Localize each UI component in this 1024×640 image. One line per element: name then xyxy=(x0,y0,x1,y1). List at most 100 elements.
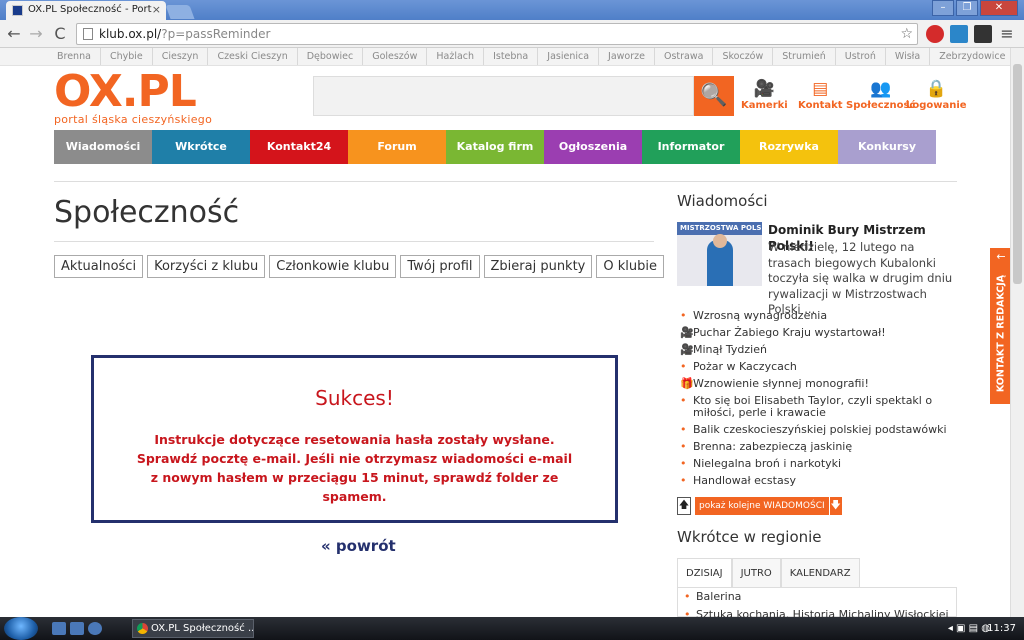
extension-camera-icon[interactable] xyxy=(974,25,992,43)
city-link[interactable]: Skoczów xyxy=(713,48,774,65)
tab-dzisiaj[interactable]: DZISIAJ xyxy=(677,558,732,588)
news-list-item[interactable]: • Balik czeskocieszyńskiej polskiej podst… xyxy=(677,424,957,436)
subtab-1[interactable]: Korzyści z klubu xyxy=(147,255,266,278)
extension-s-icon[interactable] xyxy=(950,25,968,43)
upcoming-title: Wkrótce w regionie xyxy=(677,528,822,546)
tab-jutro[interactable]: JUTRO xyxy=(731,558,781,588)
nav-item-2[interactable]: Kontakt24 xyxy=(250,130,348,164)
bookmark-star-icon[interactable]: ☆ xyxy=(900,24,913,44)
city-link[interactable]: Cieszyn xyxy=(153,48,209,65)
chrome-menu-icon[interactable]: ≡ xyxy=(998,25,1016,43)
nav-item-7[interactable]: Rozrywka xyxy=(740,130,838,164)
city-link[interactable]: Wisła xyxy=(886,48,931,65)
city-link[interactable]: Chybie xyxy=(101,48,153,65)
header-link-label: Kamerki xyxy=(741,100,788,111)
site-favicon-icon xyxy=(12,5,23,16)
news-item-title: Balik czeskocieszyńskiej polskiej podsta… xyxy=(693,423,947,436)
bullet-icon: • xyxy=(680,440,687,453)
news-list-item[interactable]: 🎥 Minął Tydzień xyxy=(677,344,957,356)
city-link[interactable]: Czeski Cieszyn xyxy=(208,48,298,65)
address-bar[interactable]: klub.ox.pl/?p=passReminder ☆ xyxy=(76,23,918,45)
city-link[interactable]: Brenna xyxy=(48,48,101,65)
news-item-title: Pożar w Kaczycach xyxy=(693,360,797,373)
minimize-button[interactable]: – xyxy=(932,0,954,16)
city-link[interactable]: Jaworze xyxy=(599,48,655,65)
city-link[interactable]: Istebna xyxy=(484,48,539,65)
city-link[interactable]: Goleszów xyxy=(363,48,428,65)
nav-item-0[interactable]: Wiadomości xyxy=(54,130,152,164)
news-list: • Wzrosną wynagrodzenia 🎥 Puchar Żabiego Kr… xyxy=(677,310,957,492)
news-item-title: Brenna: zabezpieczą jaskinię xyxy=(693,440,853,453)
subtab-4[interactable]: Zbieraj punkty xyxy=(483,255,593,278)
camera-icon: 🎥 xyxy=(680,343,694,356)
city-link[interactable]: Ustroń xyxy=(836,48,886,65)
site-logo[interactable]: OX.PL portal śląska cieszyńskiego xyxy=(54,70,212,127)
subtab-0[interactable]: Aktualności xyxy=(54,255,144,278)
news-item-title: Puchar Żabiego Kraju wystartował! xyxy=(693,326,886,339)
arrow-down-icon[interactable]: 🡇 xyxy=(829,497,842,515)
city-link[interactable]: Zebrzydowice xyxy=(930,48,1014,65)
nav-item-1[interactable]: Wkrótce xyxy=(152,130,250,164)
city-link[interactable]: Jasienica xyxy=(538,48,600,65)
news-list-item[interactable]: • Pożar w Kaczycach xyxy=(677,361,957,373)
cities-bar: Brenna Chybie Cieszyn Czeski Cieszyn Dębowie… xyxy=(0,48,1010,66)
subtab-2[interactable]: Członkowie klubu xyxy=(269,255,397,278)
tab-kalendarz[interactable]: KALENDARZ xyxy=(780,558,860,588)
maximize-button[interactable]: ❐ xyxy=(956,0,978,16)
nav-item-6[interactable]: Informator xyxy=(642,130,740,164)
news-list-item[interactable]: 🎁 Wznowienie słynnej monografii! xyxy=(677,378,957,390)
success-message-box: Sukces! Instrukcje dotyczące resetowania… xyxy=(91,355,618,523)
browser-tab[interactable]: OX.PL Społeczność - Port × xyxy=(6,1,166,20)
news-list-item[interactable]: • Brenna: zabezpieczą jaskinię xyxy=(677,441,957,453)
contact-editorial-tab[interactable]: ← KONTAKT Z REDAKCJĄ xyxy=(990,248,1012,404)
header-link-label: Kontakt xyxy=(798,100,843,111)
close-window-button[interactable]: ✕ xyxy=(980,0,1018,16)
city-link[interactable]: Strumień xyxy=(773,48,836,65)
reload-button[interactable]: C xyxy=(50,24,70,44)
taskbar-chrome-window[interactable]: OX.PL Społeczność ... xyxy=(132,619,254,638)
ie-icon[interactable] xyxy=(88,622,102,635)
window-switch-icon[interactable] xyxy=(70,622,84,635)
nav-item-4[interactable]: Katalog firm xyxy=(446,130,544,164)
user-icon[interactable] xyxy=(908,0,930,16)
back-link[interactable]: « powrót xyxy=(321,537,396,555)
header-link-logowanie[interactable]: 🔒 Logowanie xyxy=(906,78,967,111)
more-news-button[interactable]: pokaż kolejne WIADOMOŚCI xyxy=(695,497,829,515)
news-list-item[interactable]: • Nielegalna broń i narkotyki xyxy=(677,458,957,470)
back-button[interactable]: ← xyxy=(4,24,24,44)
new-tab-button[interactable] xyxy=(165,5,195,19)
header-link-kontakt[interactable]: ▤ Kontakt xyxy=(798,78,843,111)
start-button-icon[interactable] xyxy=(4,617,38,640)
nav-item-3[interactable]: Forum xyxy=(348,130,446,164)
header-link-społeczność[interactable]: 👥 Społeczność xyxy=(846,78,915,111)
divider xyxy=(54,241,654,242)
scrollbar-thumb[interactable] xyxy=(1013,64,1022,284)
page-scrollbar[interactable] xyxy=(1010,48,1024,617)
search-icon[interactable]: 🔍 xyxy=(694,76,734,116)
subtab-3[interactable]: Twój profil xyxy=(400,255,480,278)
tab-close-icon[interactable]: × xyxy=(152,1,161,19)
opera-extension-icon[interactable] xyxy=(926,25,944,43)
scroll-up-icon[interactable]: 🡅 xyxy=(677,497,691,515)
system-tray[interactable]: ◂ ▣ ▤ ◍ xyxy=(948,617,990,640)
news-list-item[interactable]: 🎥 Puchar Żabiego Kraju wystartował! xyxy=(677,327,957,339)
news-list-item[interactable]: • Handlował ecstasy xyxy=(677,475,957,487)
nav-item-8[interactable]: Konkursy xyxy=(838,130,936,164)
news-list-item[interactable]: • Wzrosną wynagrodzenia xyxy=(677,310,957,322)
city-link[interactable]: Hażlach xyxy=(427,48,485,65)
success-text: Instrukcje dotyczące resetowania hasła z… xyxy=(136,432,573,504)
upcoming-panel: • Balerina • Sztuka kochania. Historia Mich… xyxy=(677,587,957,621)
city-link[interactable]: Ostrawa xyxy=(655,48,714,65)
forward-button[interactable]: → xyxy=(26,24,46,44)
nav-item-5[interactable]: Ogłoszenia xyxy=(544,130,642,164)
news-item-title: Kto się boi Elisabeth Taylor, czyli spek… xyxy=(693,394,933,419)
news-list-item[interactable]: • Kto się boi Elisabeth Taylor, czyli spe… xyxy=(677,395,957,419)
featured-news-image[interactable]: MISTRZOSTWA POLSKI xyxy=(677,222,762,286)
subtab-5[interactable]: O klubie xyxy=(596,255,664,278)
city-link[interactable]: Dębowiec xyxy=(298,48,364,65)
show-desktop-icon[interactable] xyxy=(52,622,66,635)
event-list-item[interactable]: • Balerina xyxy=(678,588,956,606)
header-link-kamerki[interactable]: 🎥 Kamerki xyxy=(741,78,788,111)
search-input[interactable] xyxy=(313,76,694,116)
more-news-row: 🡅 pokaż kolejne WIADOMOŚCI 🡇 xyxy=(677,497,842,515)
